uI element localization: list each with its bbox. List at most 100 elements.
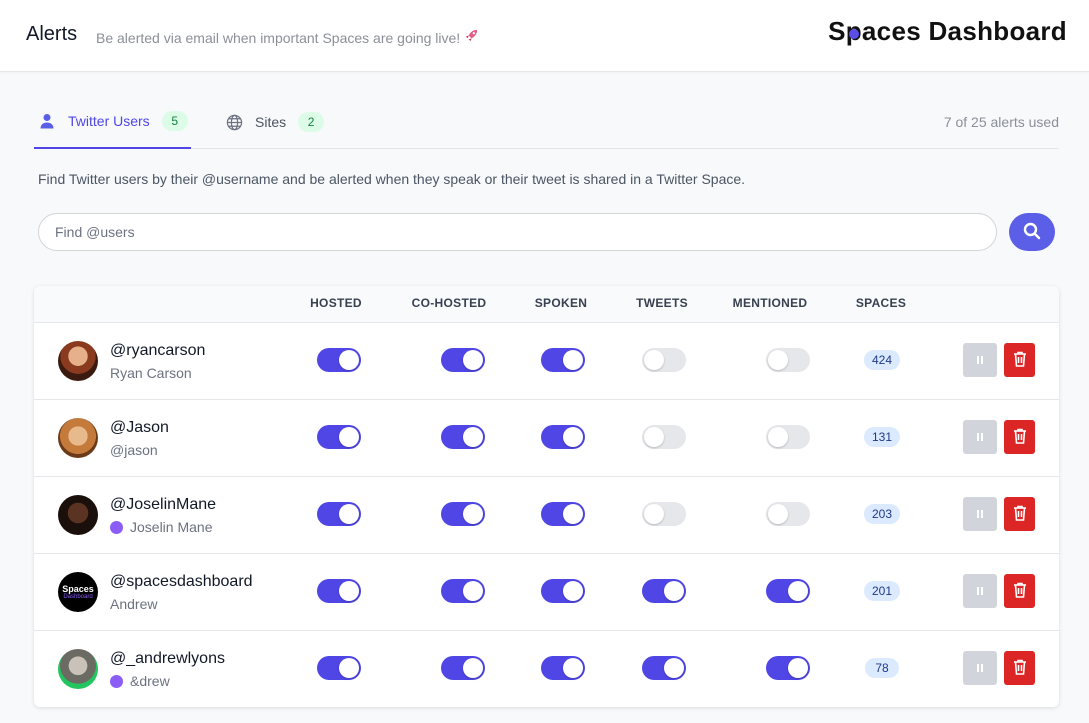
column-header-spoken: SPOKEN: [534, 296, 588, 310]
pause-button[interactable]: [963, 497, 997, 531]
tab-label: Twitter Users: [68, 113, 150, 129]
toggle-spoken[interactable]: [541, 656, 585, 680]
username: @_andrewlyons: [110, 650, 225, 667]
toggle-knob: [768, 427, 788, 447]
column-header-co-hosted: CO-HOSTED: [411, 296, 487, 310]
toggle-mentioned[interactable]: [766, 425, 810, 449]
toggle-tweets[interactable]: [642, 425, 686, 449]
table-row: @Jason @jason 131: [34, 399, 1059, 476]
column-header-tweets: TWEETS: [636, 296, 688, 310]
search-button[interactable]: [1009, 213, 1055, 251]
display-name-text: Joselin Mane: [130, 519, 213, 535]
toggle-spoken[interactable]: [541, 348, 585, 372]
toggle-mentioned[interactable]: [766, 656, 810, 680]
alerts-usage: 7 of 25 alerts used: [943, 114, 1059, 130]
tab-count-badge: 2: [298, 112, 325, 132]
table-row: @ryancarson Ryan Carson 424: [34, 322, 1059, 399]
avatar: [58, 495, 98, 535]
toggle-knob: [563, 581, 583, 601]
pause-icon: [975, 507, 985, 522]
tab-sites[interactable]: Sites 2: [225, 95, 325, 149]
column-header-spaces: SPACES: [855, 296, 907, 310]
avatar: [58, 649, 98, 689]
toggle-knob: [339, 658, 359, 678]
column-header-hosted: HOSTED: [310, 296, 362, 310]
status-dot-icon: [110, 520, 123, 534]
toggle-knob: [664, 658, 684, 678]
toggle-hosted[interactable]: [317, 656, 361, 680]
display-name-text: Ryan Carson: [110, 365, 192, 381]
column-header-mentioned: MENTIONED: [732, 296, 808, 310]
status-dot-icon: [110, 674, 123, 688]
tab-bar: Twitter Users 5 Sites 2 7 of 25 alerts u…: [34, 95, 1059, 149]
toggle-tweets[interactable]: [642, 579, 686, 603]
pause-button[interactable]: [963, 651, 997, 685]
delete-button[interactable]: [1004, 343, 1035, 377]
delete-button[interactable]: [1004, 420, 1035, 454]
logo-dot-icon: [848, 29, 859, 39]
delete-button[interactable]: [1004, 651, 1035, 685]
page-title: Alerts: [26, 23, 78, 45]
toggle-knob: [788, 658, 808, 678]
toggle-knob: [644, 350, 664, 370]
page-subtitle: Be alerted via email when important Spac…: [96, 28, 479, 46]
toggle-tweets[interactable]: [642, 502, 686, 526]
pause-icon: [975, 353, 985, 368]
toggle-hosted[interactable]: [317, 348, 361, 372]
delete-button[interactable]: [1004, 497, 1035, 531]
username: @JoselinMane: [110, 496, 217, 513]
toggle-knob: [339, 581, 359, 601]
trash-icon: [1012, 427, 1028, 448]
toggle-knob: [788, 581, 808, 601]
pause-button[interactable]: [963, 574, 997, 608]
avatar: [58, 341, 98, 381]
toggle-knob: [463, 658, 483, 678]
toggle-hosted[interactable]: [317, 579, 361, 603]
globe-icon: [225, 113, 243, 131]
toggle-cohosted[interactable]: [441, 348, 485, 372]
toggle-hosted[interactable]: [317, 425, 361, 449]
trash-icon: [1012, 350, 1028, 371]
pause-icon: [975, 661, 985, 676]
help-text: Find Twitter users by their @username an…: [38, 171, 746, 187]
toggle-mentioned[interactable]: [766, 579, 810, 603]
pause-button[interactable]: [963, 343, 997, 377]
toggle-tweets[interactable]: [642, 348, 686, 372]
toggle-knob: [463, 504, 483, 524]
delete-button[interactable]: [1004, 574, 1035, 608]
toggle-knob: [463, 581, 483, 601]
toggle-spoken[interactable]: [541, 425, 585, 449]
toggle-mentioned[interactable]: [766, 348, 810, 372]
toggle-spoken[interactable]: [541, 502, 585, 526]
logo[interactable]: Spaces Dashboard: [828, 16, 1067, 47]
pause-button[interactable]: [963, 420, 997, 454]
trash-icon: [1012, 504, 1028, 525]
toggle-knob: [664, 581, 684, 601]
toggle-knob: [563, 350, 583, 370]
toggle-spoken[interactable]: [541, 579, 585, 603]
toggle-mentioned[interactable]: [766, 502, 810, 526]
table-header: HOSTED CO-HOSTED SPOKEN TWEETS MENTIONED…: [34, 286, 1059, 322]
display-name: @jason: [110, 442, 158, 458]
tab-label: Sites: [255, 114, 287, 130]
avatar: [58, 418, 98, 458]
spaces-count-badge: 203: [863, 504, 901, 524]
toggle-cohosted[interactable]: [441, 656, 485, 680]
logo-rest: aces Dashboard: [861, 16, 1067, 46]
tab-twitter-users[interactable]: Twitter Users 5: [34, 95, 191, 149]
toggle-cohosted[interactable]: [441, 425, 485, 449]
toggle-knob: [463, 427, 483, 447]
avatar-text: Spaces: [62, 583, 94, 594]
toggle-cohosted[interactable]: [441, 502, 485, 526]
search-input[interactable]: [38, 213, 997, 251]
toggle-tweets[interactable]: [642, 656, 686, 680]
display-name: Andrew: [110, 596, 157, 612]
display-name-text: &drew: [130, 673, 170, 689]
display-name: Joselin Mane: [110, 519, 213, 535]
avatar-subtext: Dashboard: [63, 593, 93, 600]
toggle-cohosted[interactable]: [441, 579, 485, 603]
toggle-hosted[interactable]: [317, 502, 361, 526]
table-row: Spaces Dashboard @spacesdashboard Andrew 201: [34, 553, 1059, 630]
tab-count-badge: 5: [161, 111, 188, 131]
display-name-text: @jason: [110, 442, 158, 458]
